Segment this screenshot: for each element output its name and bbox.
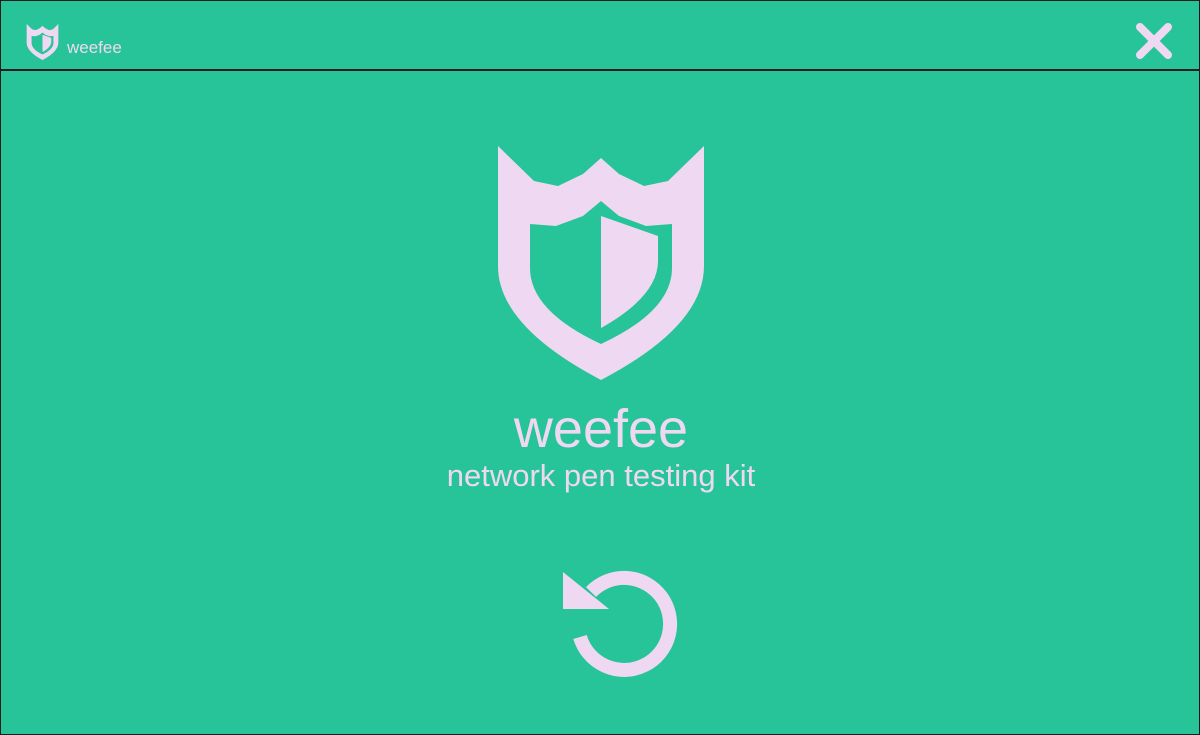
restart-icon [563, 570, 678, 677]
app-window: weefee weefee network pen testing kit [0, 0, 1200, 735]
shield-icon [26, 24, 59, 60]
close-button[interactable] [1134, 21, 1174, 61]
shield-icon [498, 146, 704, 380]
restart-button[interactable] [563, 561, 679, 677]
hero-title: weefee [513, 399, 689, 459]
app-name: weefee [67, 38, 122, 57]
title-bar: weefee [1, 1, 1199, 71]
close-icon [1136, 23, 1172, 59]
hero-subtitle: network pen testing kit [446, 458, 756, 493]
